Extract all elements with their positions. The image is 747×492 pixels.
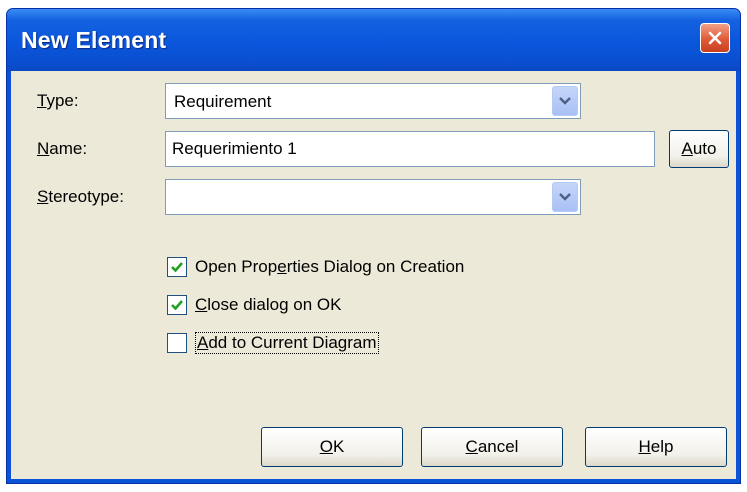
stereotype-label-access-key: S [37, 187, 49, 206]
name-field-box [165, 131, 655, 167]
ok-button[interactable]: OK [261, 427, 403, 467]
auto-button-label: uto [692, 139, 717, 158]
name-label-access-key: N [37, 139, 50, 158]
chevron-down-icon [559, 193, 571, 201]
ok-access-key: O [319, 437, 333, 456]
label-part: lose dialog on OK [207, 295, 342, 314]
auto-button-access-key: A [681, 139, 693, 158]
title-bar[interactable]: New Element [7, 9, 740, 71]
type-select-value: Requirement [174, 92, 272, 111]
label-part: dd to Current Diagram [208, 333, 377, 352]
stereotype-select[interactable] [165, 179, 581, 215]
checkbox-open-properties[interactable] [167, 257, 187, 277]
ok-label: K [332, 437, 345, 456]
stereotype-label-text: tereotype: [48, 187, 124, 206]
help-button[interactable]: Help [585, 427, 727, 467]
checkbox-add-to-diagram-label[interactable]: Add to Current Diagram [195, 332, 379, 354]
checkmark-icon [171, 300, 183, 311]
checkbox-open-properties-label[interactable]: Open Properties Dialog on Creation [195, 257, 464, 277]
help-label: elp [650, 437, 674, 456]
label-part: Open Prop [195, 257, 278, 276]
help-access-key: H [638, 437, 651, 456]
type-select[interactable]: Requirement [165, 83, 581, 119]
checkbox-add-to-diagram[interactable] [167, 333, 187, 353]
type-dropdown-button[interactable] [552, 86, 578, 116]
chevron-down-icon [559, 97, 571, 105]
cancel-label: ancel [477, 437, 519, 456]
checkmark-icon [171, 262, 183, 273]
auto-button[interactable]: Auto [669, 130, 729, 168]
close-icon [708, 31, 722, 45]
cancel-button[interactable]: Cancel [421, 427, 563, 467]
label-access-key: e [277, 257, 287, 276]
label-access-key: A [197, 333, 209, 352]
checkbox-close-dialog-label[interactable]: Close dialog on OK [195, 295, 341, 315]
label-access-key: C [195, 295, 208, 314]
close-button[interactable] [700, 23, 730, 53]
name-label: Name: [37, 139, 87, 159]
type-label-text: ype: [46, 91, 79, 110]
name-label-text: ame: [49, 139, 88, 158]
checkbox-close-dialog[interactable] [167, 295, 187, 315]
label-part: rties Dialog on Creation [286, 257, 465, 276]
new-element-dialog: New Element Type: Requirement Name: Auto… [6, 8, 741, 484]
stereotype-label: Stereotype: [37, 187, 124, 207]
dialog-title: New Element [21, 27, 167, 53]
cancel-access-key: C [465, 437, 478, 456]
stereotype-dropdown-button[interactable] [552, 182, 578, 212]
dialog-client-area: Type: Requirement Name: Auto Stereotype: [11, 71, 736, 479]
type-label: Type: [37, 91, 79, 111]
name-field[interactable] [172, 138, 642, 160]
